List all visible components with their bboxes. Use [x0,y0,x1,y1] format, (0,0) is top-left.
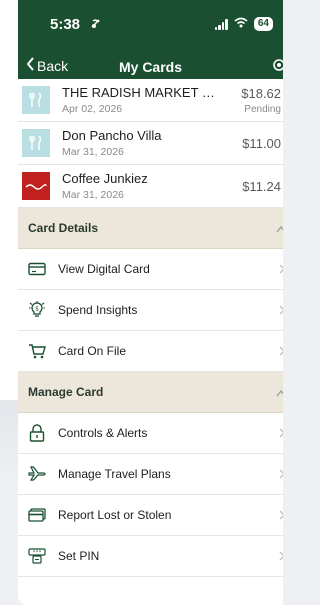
menu-item-label: View Digital Card [58,262,150,276]
manage-travel-plans-item[interactable]: Manage Travel Plans [18,454,283,495]
phone-screen: 5:38 64 Back My Cards THE RADISH MARKET … [18,0,283,605]
spend-insights-item[interactable]: $ Spend Insights [18,290,283,331]
transaction-date: Mar 31, 2026 [62,189,124,201]
menu-item-label: Report Lost or Stolen [58,508,172,522]
page-title: My Cards [118,58,183,75]
card-icon [28,260,46,278]
card-on-file-item[interactable]: Card On File [18,331,283,372]
signal-icon [214,18,228,30]
utensils-icon [22,129,50,157]
set-pin-item[interactable]: *** Set PIN [18,536,283,577]
section-title: Manage Card [28,385,104,399]
back-button[interactable]: Back [26,57,68,74]
utensils-icon [22,86,50,114]
chevron-right-icon [279,550,283,564]
transaction-row[interactable]: THE RADISH MARKET & CA... Apr 02, 2026 $… [18,79,283,122]
navigation-bar: Back My Cards [18,54,283,79]
coffee-junkiez-logo [22,172,50,200]
chevron-right-icon [279,509,283,523]
status-bar: 5:38 64 [18,0,283,54]
cart-icon [28,342,46,360]
menu-item-label: Card On File [58,344,127,358]
transaction-merchant: Don Pancho Villa [62,128,162,143]
svg-text:$: $ [35,306,39,313]
transaction-amount: $11.00 [242,135,281,151]
controls-alerts-item[interactable]: Controls & Alerts [18,413,283,454]
transaction-amount: $11.24 [242,178,281,194]
menu-item-label: Set PIN [58,549,100,563]
pin-icon: *** [28,547,46,565]
transaction-amount: $18.62 [241,85,281,101]
do-not-disturb-icon [90,17,102,35]
lightbulb-icon: $ [28,301,46,319]
chevron-up-icon [276,222,283,236]
menu-item-label: Spend Insights [58,303,138,317]
svg-text:***: *** [32,550,41,556]
manage-card-header[interactable]: Manage Card [18,372,283,413]
chevron-right-icon [279,427,283,441]
back-label: Back [37,57,69,74]
transaction-date: Mar 31, 2026 [62,146,124,158]
airplane-icon [28,465,46,483]
menu-item-label: Manage Travel Plans [58,467,171,481]
chevron-right-icon [279,263,283,277]
view-digital-card-item[interactable]: View Digital Card [18,249,283,290]
transaction-row[interactable]: Don Pancho Villa Mar 31, 2026 $11.00 [18,122,283,165]
chevron-up-icon [276,386,283,400]
transaction-merchant: THE RADISH MARKET & CA... [62,85,223,100]
chevron-right-icon [279,468,283,482]
gear-icon[interactable] [271,57,283,78]
chevron-right-icon [279,345,283,359]
battery-indicator: 64 [253,17,273,31]
transaction-date: Apr 02, 2026 [62,103,123,115]
transaction-status: Pending [244,103,281,115]
chevron-right-icon [279,304,283,318]
section-title: Card Details [28,221,99,235]
menu-item-label: Controls & Alerts [58,426,148,440]
card-report-icon [28,506,46,524]
wifi-icon [234,15,248,33]
report-lost-stolen-item[interactable]: Report Lost or Stolen [18,495,283,536]
chevron-left-icon [26,57,35,74]
lock-icon [28,424,46,442]
transaction-merchant: Coffee Junkiez [62,171,148,186]
card-details-header[interactable]: Card Details [18,208,283,249]
status-time: 5:38 [50,16,81,33]
transaction-row[interactable]: Coffee Junkiez Mar 31, 2026 $11.24 [18,165,283,208]
